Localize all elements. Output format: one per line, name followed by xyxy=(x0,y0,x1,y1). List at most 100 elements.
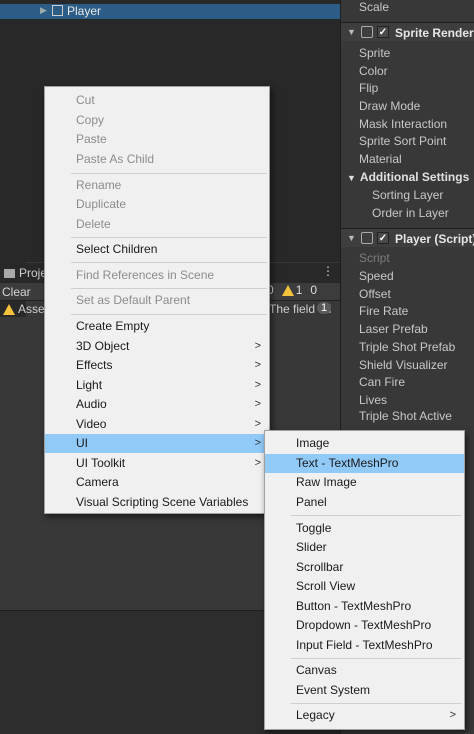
chevron-right-icon: > xyxy=(254,379,261,391)
chevron-right-icon: > xyxy=(449,709,456,721)
menu-item-delete[interactable]: Delete xyxy=(45,215,269,234)
chevron-right-icon: > xyxy=(254,457,261,469)
submenu-item-panel[interactable]: Panel xyxy=(265,493,464,512)
foldout-arrow-icon: ▼ xyxy=(347,173,356,183)
console-counters: 0 1 0 xyxy=(265,282,319,298)
menu-separator xyxy=(71,262,267,263)
script-icon xyxy=(361,232,373,244)
chevron-right-icon: > xyxy=(254,437,261,449)
menu-item-visual-scripting[interactable]: Visual Scripting Scene Variables xyxy=(45,493,269,512)
prop-speed: Speed xyxy=(359,269,394,283)
enabled-checkbox[interactable]: ✓ xyxy=(377,232,389,244)
submenu-item-dropdown-textmeshpro[interactable]: Dropdown - TextMeshPro xyxy=(265,616,464,635)
menu-item-label: UI xyxy=(76,436,88,450)
menu-item-light[interactable]: Light > xyxy=(45,376,269,395)
submenu-item-scroll-view[interactable]: Scroll View xyxy=(265,577,464,596)
folder-icon xyxy=(4,269,15,278)
sprite-renderer-icon xyxy=(361,26,373,38)
prop-mask-interaction: Mask Interaction xyxy=(359,117,448,131)
menu-item-audio[interactable]: Audio > xyxy=(45,395,269,414)
prop-triple-shot-active: Triple Shot Active xyxy=(359,409,452,423)
more-options-icon[interactable]: ⋮ xyxy=(322,264,334,278)
warning-count: 1 xyxy=(295,283,303,297)
menu-separator xyxy=(71,173,267,174)
menu-item-duplicate[interactable]: Duplicate xyxy=(45,195,269,214)
menu-separator xyxy=(71,237,267,238)
submenu-item-toggle[interactable]: Toggle xyxy=(265,519,464,538)
submenu-item-input-field-textmeshpro[interactable]: Input Field - TextMeshPro xyxy=(265,636,464,655)
chevron-right-icon: > xyxy=(254,340,261,352)
component-title: Player (Script) xyxy=(395,232,474,246)
enabled-checkbox[interactable]: ✓ xyxy=(377,26,389,38)
menu-item-copy[interactable]: Copy xyxy=(45,111,269,130)
hierarchy-item-player[interactable]: ▶ Player xyxy=(0,4,340,19)
prop-can-fire: Can Fire xyxy=(359,375,406,389)
menu-item-paste[interactable]: Paste xyxy=(45,130,269,149)
prop-offset: Offset xyxy=(359,287,391,301)
prop-draw-mode: Draw Mode xyxy=(359,99,421,113)
submenu-item-canvas[interactable]: Canvas xyxy=(265,661,464,680)
sprite-renderer-header[interactable]: ▼ ✓ Sprite Renderer xyxy=(341,22,474,41)
submenu-item-legacy[interactable]: Legacy > xyxy=(265,706,464,725)
menu-item-label: Legacy xyxy=(296,708,335,722)
prop-script: Script xyxy=(359,251,390,265)
submenu-item-text-textmeshpro[interactable]: Text - TextMeshPro xyxy=(265,454,464,473)
menu-item-label: Light xyxy=(76,378,103,392)
scale-label: Scale xyxy=(359,0,390,14)
menu-item-cut[interactable]: Cut xyxy=(45,91,269,110)
chevron-right-icon: > xyxy=(254,418,261,430)
hierarchy-item-label: Player xyxy=(67,4,102,18)
prop-order-in-layer: Order in Layer xyxy=(372,206,449,220)
submenu-item-button-textmeshpro[interactable]: Button - TextMeshPro xyxy=(265,597,464,616)
console-collapse-count: 1 xyxy=(317,302,332,314)
submenu-item-scrollbar[interactable]: Scrollbar xyxy=(265,558,464,577)
clear-button[interactable]: Clear xyxy=(0,283,33,301)
menu-item-set-default-parent[interactable]: Set as Default Parent xyxy=(45,291,269,310)
menu-item-video[interactable]: Video > xyxy=(45,415,269,434)
menu-item-effects[interactable]: Effects > xyxy=(45,356,269,375)
menu-separator xyxy=(291,703,461,704)
error-counter[interactable]: 0 xyxy=(308,282,319,298)
error-count: 0 xyxy=(310,283,318,297)
menu-item-find-references[interactable]: Find References in Scene xyxy=(45,266,269,285)
expand-arrow-icon[interactable]: ▶ xyxy=(40,5,47,16)
menu-separator xyxy=(291,515,461,516)
additional-settings-foldout[interactable]: ▼ Additional Settings xyxy=(347,170,469,184)
chevron-right-icon: > xyxy=(254,359,261,371)
prop-triple-shot-prefab: Triple Shot Prefab xyxy=(359,340,456,354)
gameobject-cube-icon xyxy=(52,5,63,16)
submenu-item-raw-image[interactable]: Raw Image xyxy=(265,473,464,492)
component-title: Sprite Renderer xyxy=(395,26,474,40)
submenu-item-slider[interactable]: Slider xyxy=(265,538,464,557)
prop-shield-visualizer: Shield Visualizer xyxy=(359,358,448,372)
prop-material: Material xyxy=(359,152,402,166)
menu-item-label: UI Toolkit xyxy=(76,456,126,470)
ui-submenu: Image Text - TextMeshPro Raw Image Panel… xyxy=(264,430,465,730)
menu-item-paste-as-child[interactable]: Paste As Child xyxy=(45,150,269,169)
prop-lives: Lives xyxy=(359,393,388,407)
submenu-item-image[interactable]: Image xyxy=(265,434,464,453)
foldout-arrow-icon[interactable]: ▼ xyxy=(347,233,356,243)
warning-icon xyxy=(3,304,15,315)
foldout-arrow-icon[interactable]: ▼ xyxy=(347,27,356,37)
menu-item-camera[interactable]: Camera xyxy=(45,473,269,492)
submenu-item-event-system[interactable]: Event System xyxy=(265,681,464,700)
menu-separator xyxy=(71,288,267,289)
warning-icon xyxy=(281,284,294,296)
tab-project-label: Proje xyxy=(19,266,48,280)
menu-item-ui[interactable]: UI > xyxy=(45,434,269,453)
menu-item-label: Effects xyxy=(76,358,113,372)
prop-sorting-layer: Sorting Layer xyxy=(372,188,444,202)
warning-counter[interactable]: 1 xyxy=(280,282,305,298)
menu-item-ui-toolkit[interactable]: UI Toolkit > xyxy=(45,454,269,473)
prop-sprite: Sprite xyxy=(359,46,391,60)
menu-separator xyxy=(291,658,461,659)
prop-laser-prefab: Laser Prefab xyxy=(359,322,428,336)
player-script-header[interactable]: ▼ ✓ Player (Script) xyxy=(341,228,474,247)
menu-item-rename[interactable]: Rename xyxy=(45,176,269,195)
menu-item-create-empty[interactable]: Create Empty xyxy=(45,317,269,336)
menu-item-label: Audio xyxy=(76,397,107,411)
prop-color: Color xyxy=(359,64,388,78)
menu-item-select-children[interactable]: Select Children xyxy=(45,240,269,259)
menu-item-3d-object[interactable]: 3D Object > xyxy=(45,337,269,356)
